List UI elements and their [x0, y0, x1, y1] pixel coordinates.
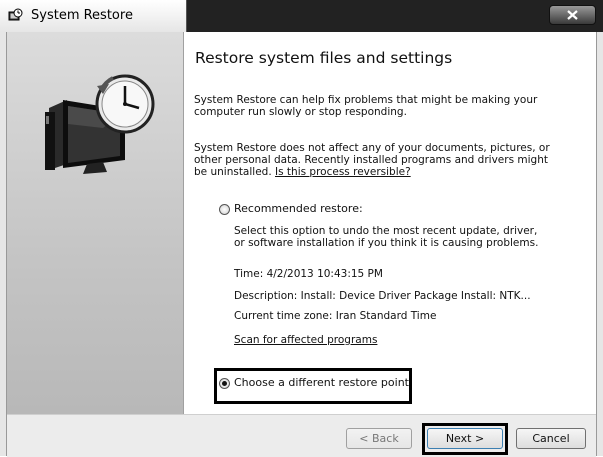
recommended-description: Select this option to undo the most rece… — [234, 225, 539, 249]
choose-restore-point-label[interactable]: Choose a different restore point — [234, 376, 409, 389]
back-button[interactable]: < Back — [346, 428, 412, 449]
close-button[interactable] — [549, 5, 596, 25]
restore-description: Description: Install: Device Driver Pack… — [234, 290, 531, 302]
title-bar[interactable]: System Restore — [0, 0, 603, 32]
system-restore-icon — [8, 8, 23, 21]
page-title: Restore system files and settings — [195, 49, 453, 67]
close-icon — [567, 10, 578, 20]
recommended-restore-radio[interactable] — [219, 204, 230, 215]
intro-text: System Restore can help fix problems tha… — [194, 94, 538, 118]
main-content: Restore system files and settings System… — [184, 32, 596, 414]
restore-time: Time: 4/2/2013 10:43:15 PM — [234, 268, 383, 280]
title-tab: System Restore — [0, 0, 187, 32]
privacy-text: System Restore does not affect any of yo… — [194, 142, 564, 178]
side-panel — [7, 32, 184, 414]
cancel-button[interactable]: Cancel — [516, 428, 586, 449]
window-frame-right — [596, 32, 603, 456]
current-time-zone: Current time zone: Iran Standard Time — [234, 310, 437, 322]
restore-clock-monitor-icon — [45, 74, 155, 174]
choose-restore-point-radio[interactable] — [219, 378, 230, 389]
next-button[interactable]: Next > — [427, 428, 503, 449]
reversible-link[interactable]: Is this process reversible? — [275, 166, 411, 178]
recommended-restore-label[interactable]: Recommended restore: — [234, 202, 363, 215]
window-title: System Restore — [31, 8, 133, 23]
button-bar: < Back Next > Cancel — [7, 414, 596, 457]
scan-affected-programs-link[interactable]: Scan for affected programs — [234, 334, 377, 346]
system-restore-window: System Restore Restore system files and … — [0, 0, 603, 457]
window-frame-left — [0, 32, 7, 456]
